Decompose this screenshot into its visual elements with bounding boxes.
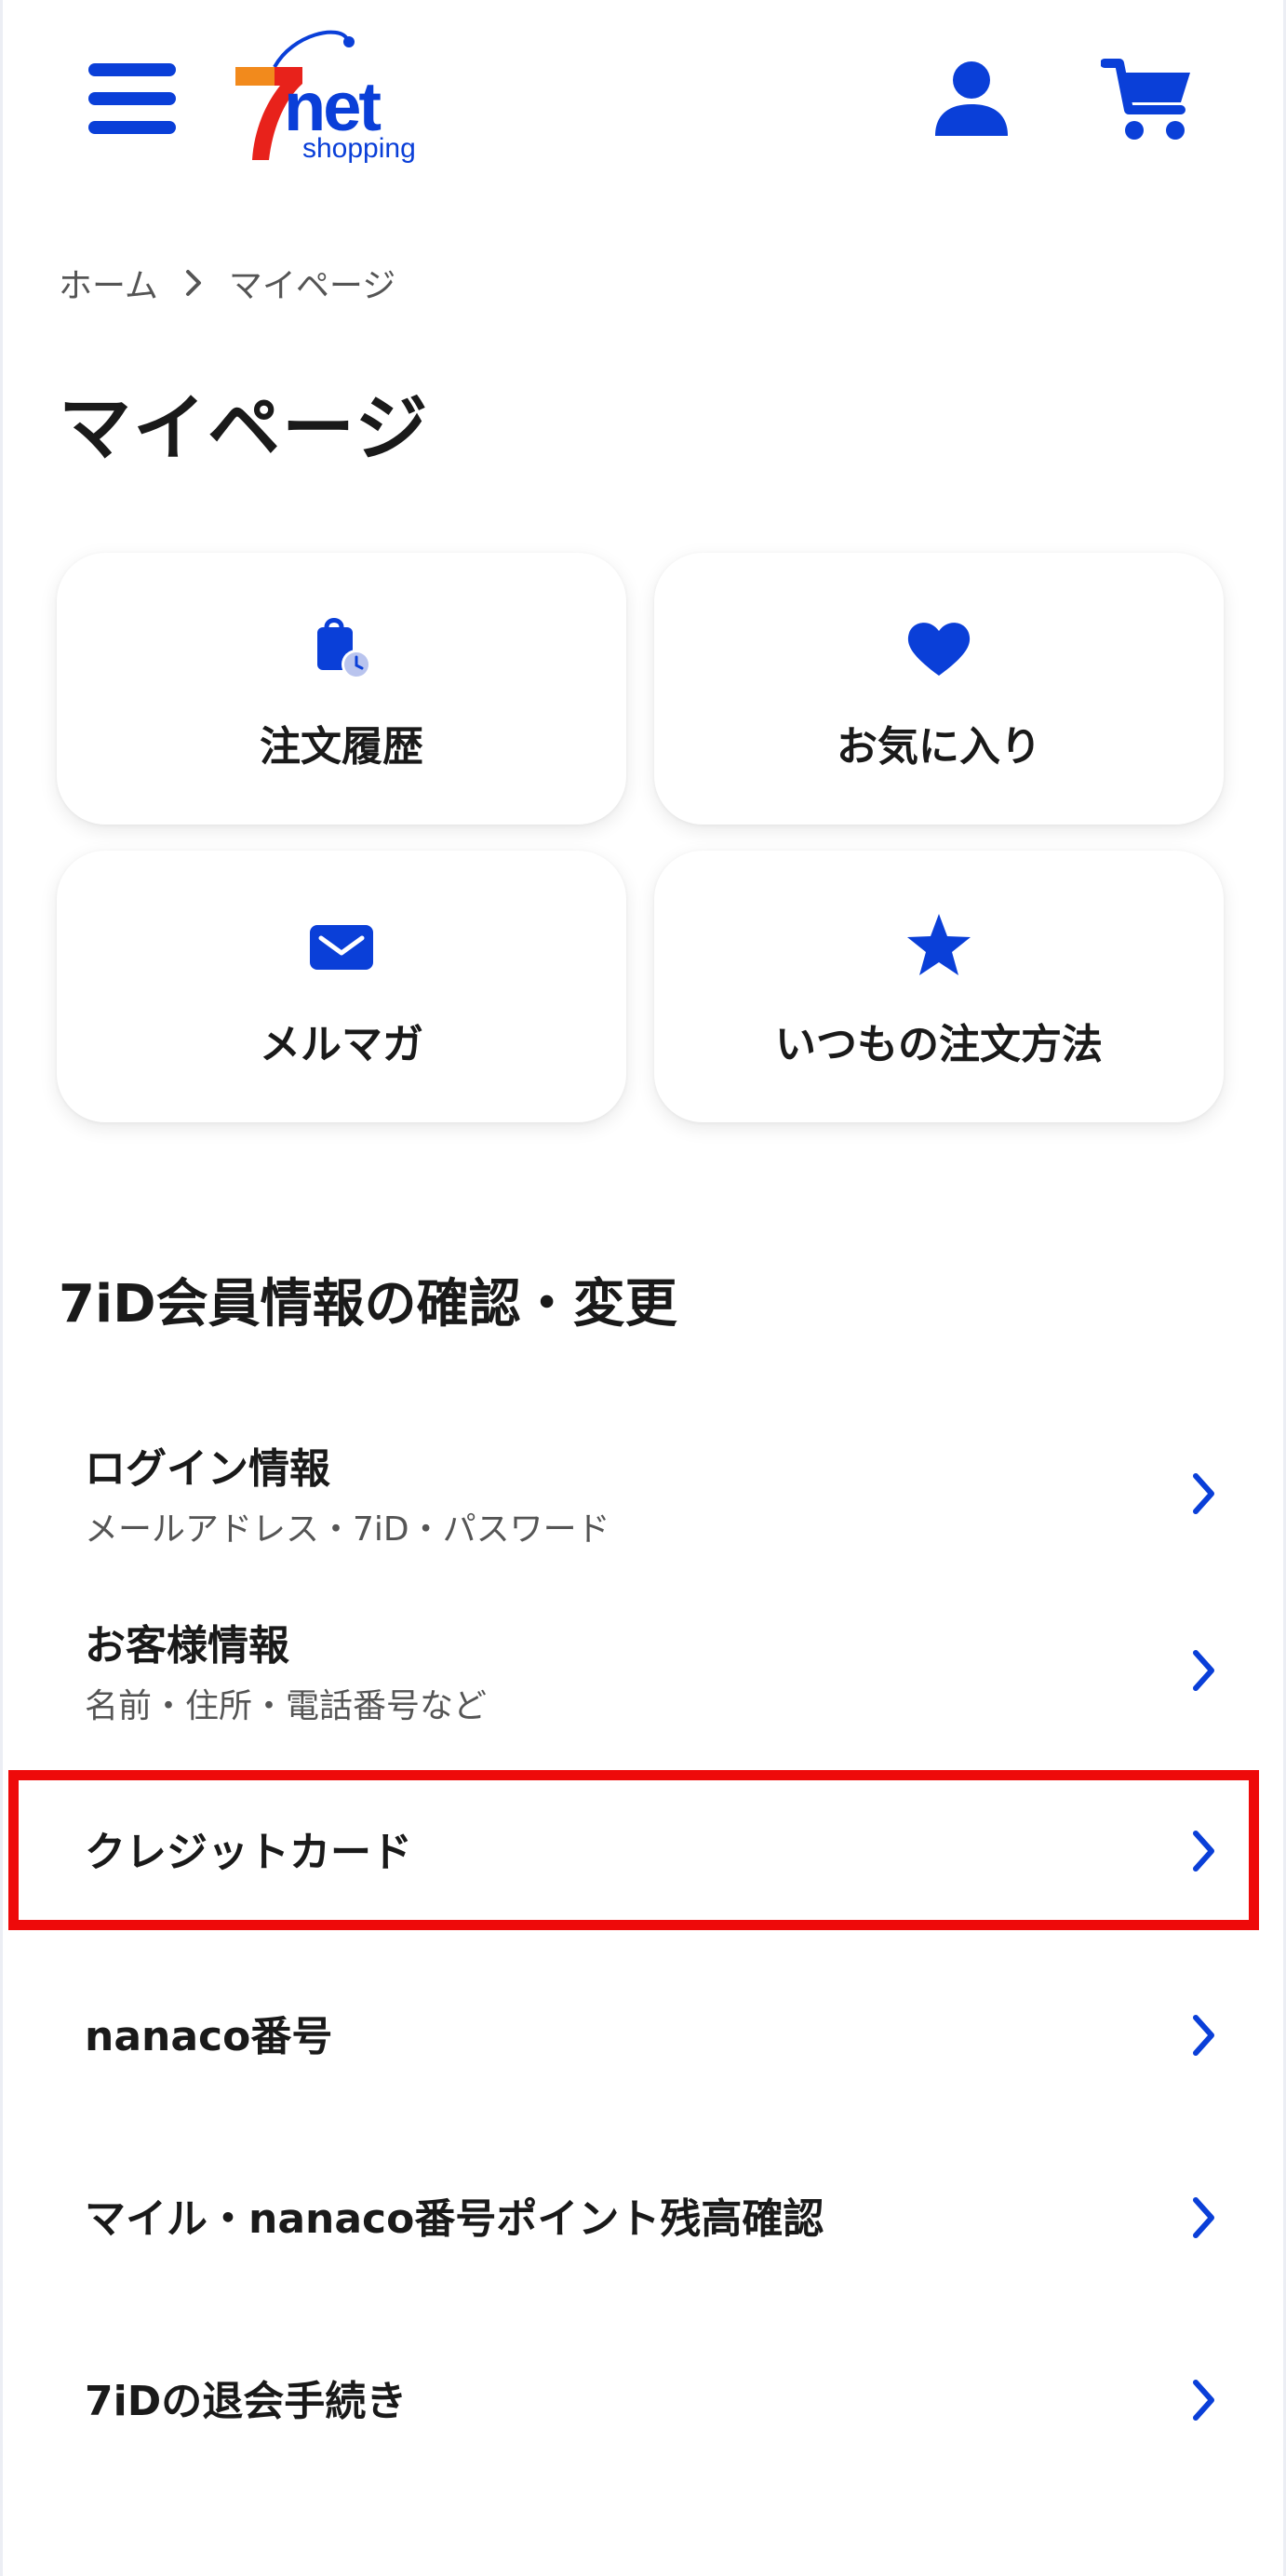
page-title: マイページ	[59, 387, 430, 471]
shopping-bag-clock-icon	[317, 618, 371, 679]
section-title: 7iD会員情報の確認・変更	[59, 1274, 677, 1335]
row-title: お客様情報	[85, 1622, 289, 1670]
tile-label: お気に入り	[837, 723, 1041, 771]
list-item-points-balance[interactable]: マイル・nanaco番号ポイント残高確認	[57, 2163, 1235, 2265]
cart-icon[interactable]	[1101, 56, 1194, 145]
row-subtitle: メールアドレス・7iD・パスワード	[85, 1510, 610, 1549]
row-title: ログイン情報	[85, 1445, 330, 1493]
page: net shopping ホーム マイページ マイページ 注文履歴 お気に入り …	[0, 0, 1286, 2576]
list-item-login-info[interactable]: ログイン情報 メールアドレス・7iD・パスワード	[57, 1426, 1235, 1575]
star-icon	[907, 914, 971, 975]
breadcrumb-current: マイページ	[228, 267, 396, 305]
chevron-right-icon	[185, 270, 201, 296]
chevron-right-icon	[1193, 2015, 1214, 2056]
hamburger-menu-icon[interactable]	[88, 63, 176, 134]
user-icon[interactable]	[931, 60, 1011, 140]
logo-subtext: shopping	[302, 133, 416, 164]
row-subtitle: 名前・住所・電話番号など	[85, 1687, 488, 1725]
tile-newsletter[interactable]: メルマガ	[57, 851, 626, 1122]
breadcrumb-home[interactable]: ホーム	[59, 259, 158, 307]
chevron-right-icon	[1193, 2380, 1214, 2421]
tile-order-history[interactable]: 注文履歴	[57, 553, 626, 825]
chevron-right-icon	[1193, 1473, 1214, 1514]
list-item-withdraw[interactable]: 7iDの退会手続き	[57, 2345, 1235, 2448]
row-title: マイル・nanaco番号ポイント残高確認	[85, 2195, 824, 2243]
tile-label: 注文履歴	[260, 723, 423, 771]
tile-favorites[interactable]: お気に入り	[654, 553, 1224, 825]
row-title: クレジットカード	[85, 1829, 412, 1876]
mail-icon	[310, 925, 373, 970]
header: net shopping	[3, 0, 1286, 186]
list-item-nanaco-number[interactable]: nanaco番号	[57, 1980, 1235, 2083]
tile-usual-order-method[interactable]: いつもの注文方法	[654, 851, 1224, 1122]
tile-label: メルマガ	[260, 1021, 423, 1068]
chevron-right-icon	[1193, 2197, 1214, 2238]
chevron-right-icon	[1193, 1650, 1214, 1691]
tile-label: いつもの注文方法	[775, 1021, 1103, 1068]
chevron-right-icon	[1193, 1831, 1214, 1872]
row-title: nanaco番号	[85, 2013, 333, 2060]
list-item-customer-info[interactable]: お客様情報 名前・住所・電話番号など	[57, 1603, 1235, 1751]
breadcrumb: ホーム マイページ	[59, 259, 395, 307]
list-item-credit-card[interactable]: クレジットカード	[57, 1796, 1235, 1898]
row-title: 7iDの退会手続き	[85, 2378, 408, 2425]
heart-icon	[907, 623, 971, 676]
